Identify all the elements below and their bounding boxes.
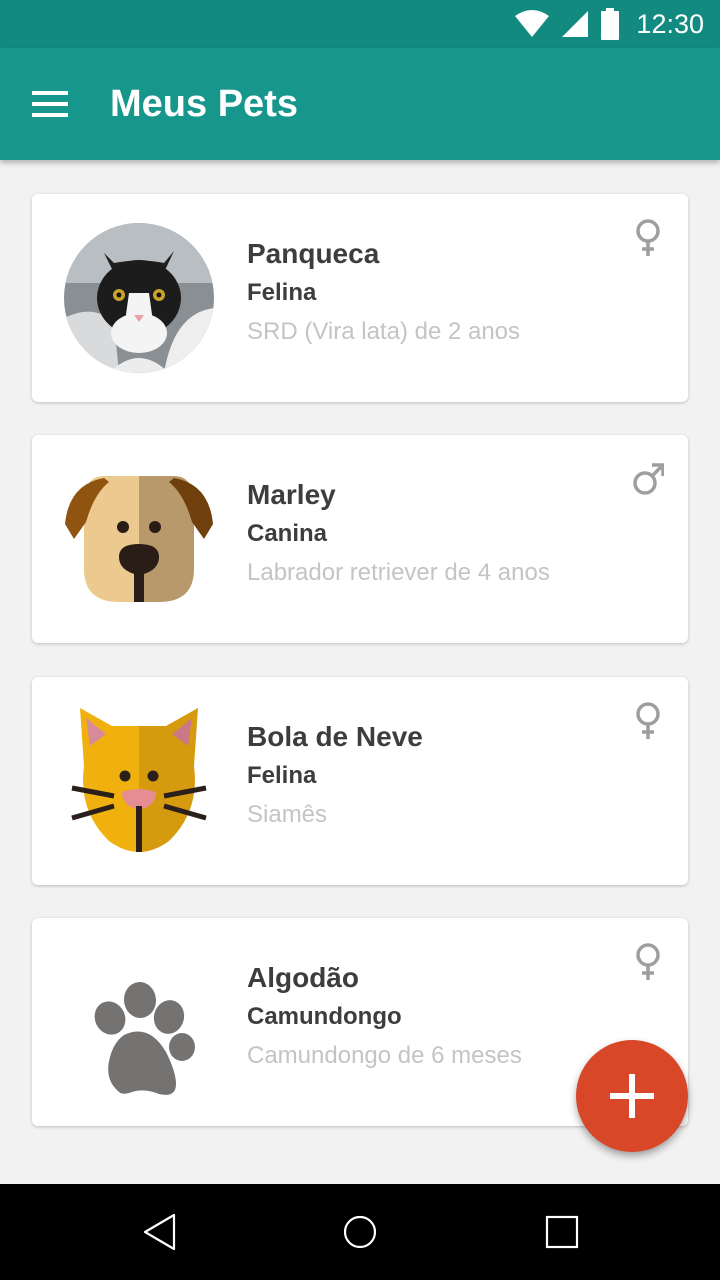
home-icon[interactable] [340, 1212, 380, 1252]
pet-description: Labrador retriever de 4 anos [247, 559, 550, 586]
pet-description: Siamês [247, 801, 328, 828]
app-bar: Meus Pets [0, 48, 720, 160]
recents-icon[interactable] [542, 1212, 582, 1252]
pet-species: Felina [247, 762, 317, 789]
status-bar: 12:30 [0, 0, 720, 48]
status-time: 12:30 [636, 8, 704, 39]
pet-card[interactable]: Bola de Neve Felina Siamês [32, 677, 688, 885]
plus-icon [610, 1074, 654, 1118]
hamburger-menu-icon [32, 91, 68, 117]
pet-species: Camundongo [247, 1003, 402, 1030]
status-icons: 12:30 [514, 0, 704, 48]
pet-description: SRD (Vira lata) de 2 anos [247, 318, 521, 345]
pet-species: Felina [247, 279, 317, 306]
page-title: Meus Pets [110, 83, 298, 125]
pet-description: Camundongo de 6 meses [247, 1042, 522, 1069]
female-icon [636, 219, 660, 256]
menu-button[interactable] [22, 76, 78, 132]
back-icon[interactable] [140, 1212, 180, 1252]
pet-list: Panqueca Felina SRD (Vira lata) de 2 ano… [0, 160, 720, 1184]
pet-name: Marley [247, 479, 336, 510]
wifi-icon [515, 10, 550, 37]
pet-species: Canina [247, 520, 328, 547]
paw-icon [94, 982, 195, 1095]
pet-card[interactable]: Marley Canina Labrador retriever de 4 an… [32, 435, 688, 643]
female-icon [636, 702, 660, 739]
add-pet-button[interactable] [576, 1040, 688, 1152]
cat-icon [71, 708, 207, 852]
pet-name: Bola de Neve [247, 721, 423, 752]
dog-icon [65, 476, 213, 602]
battery-icon [601, 8, 620, 40]
male-icon [633, 463, 664, 495]
pet-card[interactable]: Panqueca Felina SRD (Vira lata) de 2 ano… [32, 194, 688, 402]
female-icon [636, 943, 660, 980]
system-nav-bar [0, 1184, 720, 1280]
pet-avatar-photo [64, 223, 214, 373]
pet-name: Panqueca [247, 238, 380, 269]
signal-icon [562, 11, 589, 37]
pet-name: Algodão [247, 962, 359, 993]
